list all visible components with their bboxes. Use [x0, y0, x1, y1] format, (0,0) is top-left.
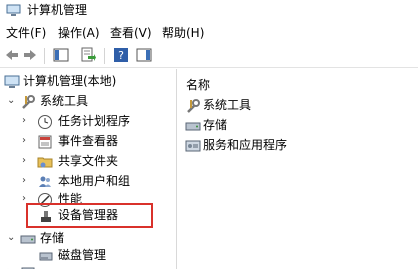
tree-item-shared-folders[interactable]: › 共享文件夹	[0, 153, 177, 171]
column-header-name[interactable]: 名称	[186, 78, 210, 93]
back-arrow-icon[interactable]	[4, 47, 20, 63]
console-tree-toggle-icon[interactable]	[53, 47, 69, 63]
tree-item-system-tools[interactable]: ⌄ 系统工具	[0, 93, 177, 111]
tree-label: 事件查看器	[58, 134, 119, 148]
toolbar-separator	[44, 48, 45, 64]
chevron-right-icon[interactable]: ›	[22, 136, 32, 146]
computer-management-icon	[6, 4, 21, 16]
highlight-frame	[26, 203, 153, 228]
menu-bar: 文件(F) 操作(A) 查看(V) 帮助(H)	[0, 23, 418, 43]
chevron-right-icon[interactable]: ›	[22, 116, 32, 126]
toolbar: ?	[0, 43, 418, 68]
tree-item-local-users[interactable]: › 本地用户和组	[0, 173, 177, 191]
chevron-right-icon[interactable]: ›	[22, 156, 32, 166]
tree-item-partial: ›	[0, 264, 177, 269]
clock-icon	[38, 115, 52, 129]
tree-item-storage[interactable]: ⌄ 存储	[0, 230, 177, 248]
chevron-down-icon[interactable]: ⌄	[7, 233, 17, 243]
services-icon	[21, 267, 35, 269]
tree-label: 任务计划程序	[58, 114, 131, 128]
results-pane: 名称 系统工具 存储 服务和应用程序	[178, 69, 418, 269]
storage-icon	[20, 235, 36, 244]
toolbar-separator	[104, 48, 105, 64]
export-list-icon[interactable]	[80, 47, 96, 63]
menu-file[interactable]: 文件(F)	[6, 26, 46, 41]
disk-management-icon	[39, 252, 53, 261]
tree-item-task-scheduler[interactable]: › 任务计划程序	[0, 113, 177, 131]
tree-label: 系统工具	[40, 94, 89, 108]
chevron-down-icon[interactable]: ⌄	[7, 96, 17, 106]
tools-icon	[187, 99, 200, 113]
tree-item-disk-management[interactable]: 磁盘管理	[0, 247, 177, 265]
menu-view[interactable]: 查看(V)	[110, 26, 152, 41]
action-pane-toggle-icon[interactable]	[136, 47, 152, 63]
users-icon	[39, 176, 51, 187]
services-icon	[185, 140, 201, 152]
tree-label: 存储	[40, 231, 65, 245]
forward-arrow-icon[interactable]	[22, 47, 38, 63]
title-bar: 计算机管理	[0, 0, 418, 22]
help-icon[interactable]: ?	[113, 47, 129, 63]
console-tree: 计算机管理(本地) ⌄ 系统工具 › 任务计划程序 › 事件查看器 › 共享文件…	[0, 69, 177, 269]
tree-label: 磁盘管理	[58, 248, 107, 262]
tree-label: 计算机管理(本地)	[23, 74, 117, 88]
window-title: 计算机管理	[27, 3, 88, 17]
tree-label: 本地用户和组	[58, 174, 131, 188]
computer-management-icon	[4, 75, 20, 88]
tree-label: 共享文件夹	[58, 154, 119, 168]
event-viewer-icon	[38, 135, 52, 149]
chevron-right-icon[interactable]: ›	[22, 176, 32, 186]
tree-item-event-viewer[interactable]: › 事件查看器	[0, 133, 177, 151]
list-label: 存储	[203, 118, 228, 132]
tree-item-root[interactable]: 计算机管理(本地)	[0, 73, 177, 91]
svg-text:?: ?	[118, 49, 124, 62]
tools-icon	[22, 95, 35, 109]
shared-folder-icon	[37, 157, 53, 168]
list-label: 服务和应用程序	[203, 138, 288, 152]
menu-action[interactable]: 操作(A)	[58, 26, 100, 41]
menu-help[interactable]: 帮助(H)	[162, 26, 204, 41]
storage-icon	[185, 122, 201, 131]
list-label: 系统工具	[203, 98, 252, 112]
